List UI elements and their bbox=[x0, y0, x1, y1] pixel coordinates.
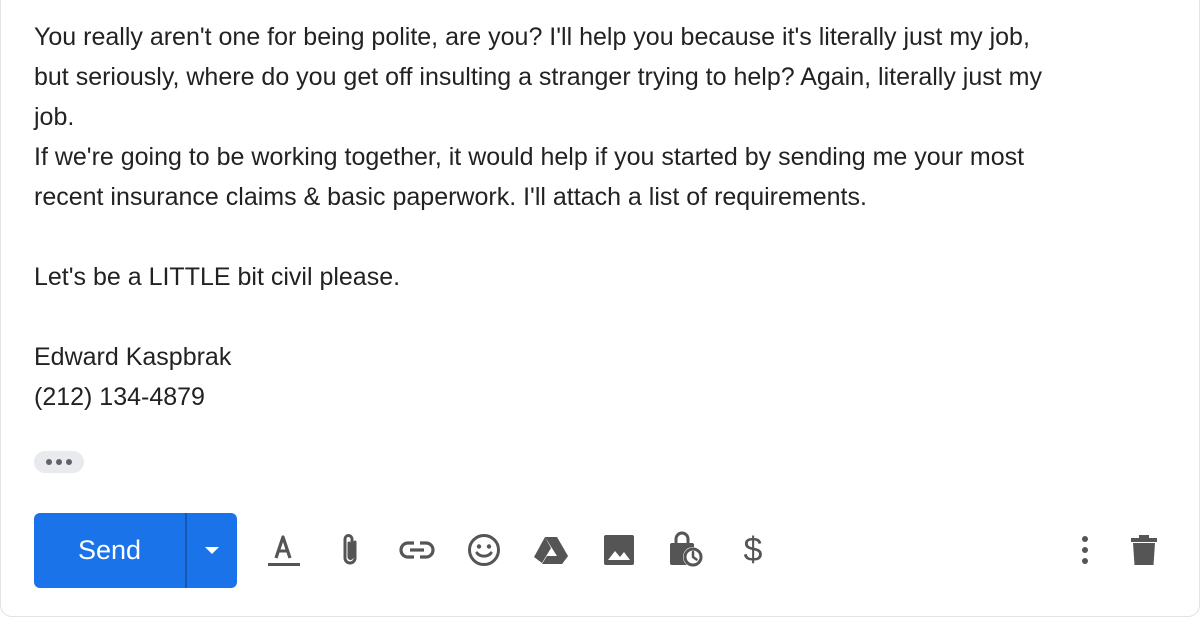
message-line: You really aren't one for being polite, … bbox=[34, 23, 1030, 51]
google-drive-icon bbox=[534, 537, 568, 564]
message-line: but seriously, where do you get off insu… bbox=[34, 63, 1042, 91]
confidential-mode-icon bbox=[670, 531, 703, 567]
schedule-send-dropdown[interactable] bbox=[187, 513, 237, 588]
show-trimmed-content-button[interactable] bbox=[34, 451, 84, 473]
insert-files-using-drive-button[interactable] bbox=[529, 527, 573, 573]
more-horiz-icon-dot bbox=[66, 459, 72, 465]
insert-photo-icon bbox=[604, 535, 634, 565]
message-line: Let's be a LITTLE bit civil please. bbox=[34, 263, 401, 291]
emoji-icon bbox=[468, 534, 500, 566]
more-horiz-icon-dot bbox=[56, 459, 62, 465]
insert-link-icon bbox=[399, 541, 435, 559]
more-options-button[interactable] bbox=[1063, 527, 1107, 573]
dollar-icon: $ bbox=[743, 531, 763, 569]
send-money-button[interactable]: $ bbox=[731, 527, 775, 573]
send-button[interactable]: Send bbox=[34, 513, 185, 588]
compose-window: You really aren't one for being polite, … bbox=[0, 0, 1200, 617]
insert-photo-button[interactable] bbox=[597, 527, 641, 573]
message-body[interactable]: You really aren't one for being polite, … bbox=[34, 17, 1164, 417]
attach-files-button[interactable] bbox=[328, 527, 372, 573]
discard-draft-icon bbox=[1131, 535, 1157, 565]
attach-file-icon bbox=[343, 534, 357, 565]
more-options-icon bbox=[1082, 536, 1088, 564]
formatting-options-button[interactable] bbox=[261, 527, 305, 573]
discard-draft-button[interactable] bbox=[1122, 527, 1166, 573]
insert-emoji-button[interactable] bbox=[462, 527, 506, 573]
more-horiz-icon bbox=[46, 459, 52, 465]
insert-link-button[interactable] bbox=[395, 527, 439, 573]
message-line: If we're going to be working together, i… bbox=[34, 143, 1025, 171]
message-line: recent insurance claims & basic paperwor… bbox=[34, 183, 867, 211]
text-formatting-icon bbox=[268, 535, 300, 566]
message-line: job. bbox=[34, 103, 75, 131]
signature-phone: (212) 134-4879 bbox=[34, 383, 205, 411]
signature-name: Edward Kaspbrak bbox=[34, 343, 232, 371]
arrow-drop-down-icon bbox=[205, 546, 219, 554]
confidential-mode-button[interactable] bbox=[664, 527, 708, 573]
send-button-group: Send bbox=[34, 513, 237, 588]
